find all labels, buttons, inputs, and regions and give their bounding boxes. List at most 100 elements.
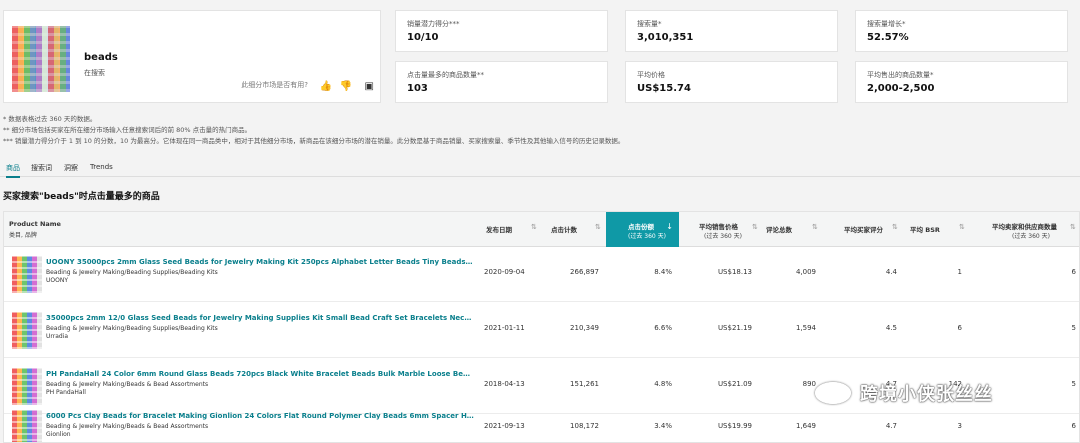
release-date: 2018-04-13 (484, 380, 525, 388)
thumbs-up-icon[interactable]: 👍 (320, 81, 332, 92)
col-click-share-sub: (过去 360 天) (628, 233, 666, 240)
tab-trends[interactable]: Trends (90, 163, 113, 171)
wechat-logo-icon (815, 382, 851, 404)
click-share: 4.8% (654, 380, 672, 388)
product-image[interactable] (12, 368, 42, 405)
avg-rating: 4.7 (885, 422, 897, 430)
sort-icon[interactable]: ⇅ (1070, 223, 1076, 231)
tab-bar: 商品 搜索词 洞察 Trends (0, 161, 1080, 178)
watermark-text: 跨境小侠张丝丝 (860, 384, 993, 405)
reviews: 1,649 (795, 422, 816, 430)
metric-value: US$15.74 (637, 83, 691, 94)
sellers: 5 (1071, 380, 1076, 388)
avg-rating: 4.4 (885, 268, 897, 276)
col-product-name[interactable]: Product Name (9, 220, 61, 228)
tab-products[interactable]: 商品 (6, 163, 20, 178)
sellers: 5 (1071, 324, 1076, 332)
tab-search-terms[interactable]: 搜索词 (31, 163, 52, 173)
sort-desc-icon: ↓ (666, 222, 673, 231)
footnote: ** 细分市场包括买家在所在细分市场输入任意搜索词后的前 80% 点击量的热门商… (3, 126, 252, 134)
sort-icon[interactable]: ⇅ (959, 223, 965, 231)
col-reviews[interactable]: 评论总数 (766, 224, 792, 234)
product-brand: PH PandaHall (46, 389, 86, 396)
product-brand: Urradia (46, 333, 69, 340)
metric-search-growth: 搜索量增长* 52.57% (855, 10, 1068, 52)
metric-label: 搜索量增长* (867, 20, 906, 28)
product-title-link[interactable]: 6000 Pcs Clay Beads for Bracelet Making … (46, 412, 474, 420)
tab-insights[interactable]: 洞察 (64, 163, 78, 173)
metric-sales-potential: 销量潜力得分*** 10/10 (395, 10, 608, 52)
avg-rating: 4.5 (885, 324, 897, 332)
col-avg-bsr[interactable]: 平均 BSR (910, 224, 940, 234)
clicks: 108,172 (570, 422, 599, 430)
product-title-link[interactable]: 35000pcs 2mm 12/0 Glass Seed Beads for J… (46, 314, 474, 322)
col-release-date[interactable]: 发布日期 (486, 224, 512, 234)
product-card: beads 在搜索 此细分市场是否有用? 👍 👎 ▣ (3, 10, 381, 103)
col-avg-price-sub: (过去 360 天) (704, 233, 742, 240)
table-header: Product Name 类目, 品牌 发布日期 ⇅ 点击计数 ⇅ 点击份额 (… (4, 212, 1079, 247)
col-clicks[interactable]: 点击计数 (551, 224, 577, 234)
products-table: Product Name 类目, 品牌 发布日期 ⇅ 点击计数 ⇅ 点击份额 (… (3, 211, 1080, 443)
col-product-sub: 类目, 品牌 (9, 232, 37, 239)
metric-label: 销量潜力得分*** (407, 20, 460, 28)
product-category: Beading & Jewelry Making/Beading Supplie… (46, 269, 218, 276)
sort-icon[interactable]: ⇅ (531, 223, 537, 231)
metric-value: 52.57% (867, 32, 909, 43)
metric-label: 点击量最多的商品数量** (407, 71, 484, 79)
release-date: 2020-09-04 (484, 268, 525, 276)
footnotes: * 数据表格过去 360 天的数据。 ** 细分市场包括买家在所在细分市场输入任… (3, 114, 624, 147)
thumbs-down-icon[interactable]: 👎 (340, 81, 352, 92)
col-avg-price[interactable]: 平均销售价格 (699, 221, 738, 231)
table-row: UOONY 35000pcs 2mm Glass Seed Beads for … (4, 247, 1079, 302)
product-title-link[interactable]: PH PandaHall 24 Color 6mm Round Glass Be… (46, 370, 474, 378)
product-title-link[interactable]: UOONY 35000pcs 2mm Glass Seed Beads for … (46, 258, 474, 266)
metric-label: 平均价格 (637, 71, 665, 79)
metric-value: 2,000-2,500 (867, 83, 935, 94)
release-date: 2021-09-13 (484, 422, 525, 430)
sort-icon[interactable]: ⇅ (892, 223, 898, 231)
sort-icon[interactable]: ⇅ (812, 223, 818, 231)
metric-value: 3,010,351 (637, 32, 694, 43)
click-share: 3.4% (654, 422, 672, 430)
click-share: 6.6% (654, 324, 672, 332)
metric-label: 平均售出的商品数量* (867, 71, 934, 79)
reviews: 890 (802, 380, 816, 388)
header-area: beads 在搜索 此细分市场是否有用? 👍 👎 ▣ 销量潜力得分*** 10/… (0, 0, 1080, 111)
col-sellers-sub: (过去 360 天) (1012, 233, 1050, 240)
product-image[interactable] (12, 312, 42, 349)
product-category: Beading & Jewelry Making/Beads & Bead As… (46, 423, 209, 430)
section-title: 买家搜索"beads"时点击量最多的商品 (3, 192, 160, 202)
col-click-share-label: 点击份额 (628, 223, 654, 231)
metric-value: 10/10 (407, 32, 439, 43)
avg-bsr: 1 (957, 268, 962, 276)
col-avg-rating[interactable]: 平均买家评分 (844, 224, 883, 234)
sort-icon[interactable]: ⇅ (595, 223, 601, 231)
avg-bsr: 3 (957, 422, 962, 430)
product-thumbnail (12, 26, 70, 92)
product-name: beads (84, 52, 118, 63)
comment-icon[interactable]: ▣ (365, 81, 374, 92)
col-click-share[interactable]: 点击份额 (过去 360 天) ↓ (606, 212, 679, 247)
product-image[interactable] (12, 410, 42, 442)
sellers: 6 (1071, 422, 1076, 430)
metric-avg-price: 平均价格 US$15.74 (625, 61, 838, 103)
footnote: * 数据表格过去 360 天的数据。 (3, 115, 97, 123)
table-row: 35000pcs 2mm 12/0 Glass Seed Beads for J… (4, 303, 1079, 358)
sort-icon[interactable]: ⇅ (752, 223, 758, 231)
sellers: 6 (1071, 268, 1076, 276)
product-image[interactable] (12, 256, 42, 293)
col-sellers[interactable]: 平均卖家和供应商数量 (992, 221, 1057, 231)
metric-top-clicked-count: 点击量最多的商品数量** 103 (395, 61, 608, 103)
avg-price: US$18.13 (717, 268, 752, 276)
table-row: 6000 Pcs Clay Beads for Bracelet Making … (4, 401, 1079, 442)
avg-bsr: 6 (957, 324, 962, 332)
reviews: 1,594 (795, 324, 816, 332)
product-subtitle: 在搜索 (84, 69, 105, 77)
clicks: 151,261 (570, 380, 599, 388)
metric-value: 103 (407, 83, 428, 94)
clicks: 210,349 (570, 324, 599, 332)
product-brand: UOONY (46, 277, 68, 284)
metric-label: 搜索量* (637, 20, 662, 28)
avg-price: US$21.09 (717, 380, 752, 388)
click-share: 8.4% (654, 268, 672, 276)
